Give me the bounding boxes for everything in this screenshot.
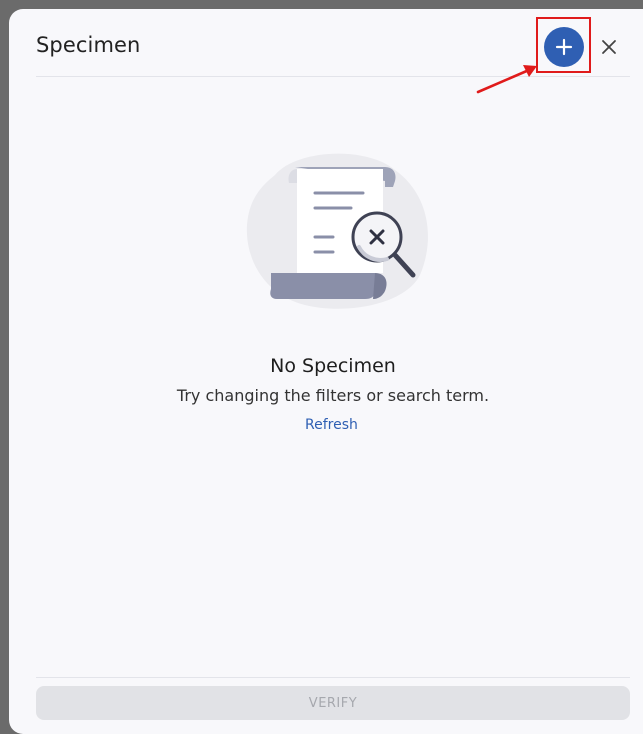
add-specimen-button[interactable] <box>544 27 584 67</box>
plus-icon <box>555 38 573 56</box>
empty-state-title: No Specimen <box>270 355 396 377</box>
close-button[interactable] <box>597 35 621 59</box>
panel-header: Specimen <box>9 9 643 77</box>
verify-button[interactable]: VERIFY <box>36 686 630 720</box>
document-search-empty-icon <box>246 153 428 309</box>
annotation-arrow-icon <box>476 65 537 94</box>
footer-divider <box>36 677 630 678</box>
empty-state-subtitle: Try changing the filters or search term. <box>176 386 490 405</box>
close-icon <box>602 40 616 54</box>
specimen-panel: Specimen No Specimen Try changing the fi… <box>9 9 643 734</box>
refresh-link[interactable]: Refresh <box>305 417 358 433</box>
page-title: Specimen <box>36 33 141 57</box>
